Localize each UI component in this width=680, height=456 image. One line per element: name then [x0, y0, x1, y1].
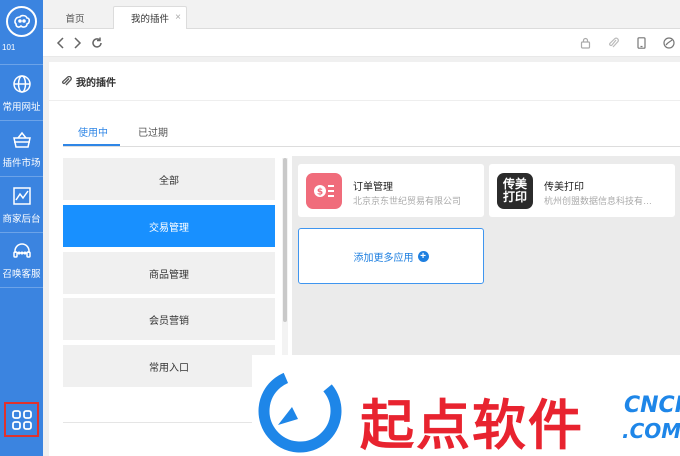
watermark-text: 起点软件 — [360, 394, 584, 456]
app-description: 杭州创盟数据信息科技有… — [544, 196, 653, 206]
refresh-icon[interactable] — [89, 35, 105, 51]
subtab-expired[interactable]: 已过期 — [138, 124, 168, 139]
apps-grid-button[interactable] — [4, 402, 39, 437]
basket-icon — [11, 129, 33, 151]
app-name: 传美打印 — [544, 182, 584, 193]
category-item-trade-management[interactable]: 交易管理 — [63, 205, 275, 247]
grid-icon — [11, 409, 32, 430]
sidebar-item-merchant-backend[interactable]: 商家后台 — [0, 176, 43, 232]
order-icon: $ — [306, 173, 342, 209]
watermark-domain-top: CNCR — [624, 393, 680, 418]
lock-icon[interactable] — [577, 35, 593, 51]
headset-icon — [11, 240, 33, 262]
nav-bar — [43, 29, 680, 57]
chart-icon — [11, 185, 33, 207]
print-app-logo-icon: 传美打印 — [497, 173, 533, 209]
sidebar-item-customer-service[interactable]: 召唤客服 — [0, 232, 43, 288]
add-more-apps-label: 添加更多应用 — [353, 252, 414, 264]
tab-bar: 首页 我的插件 × — [43, 0, 680, 29]
scrollbar-thumb[interactable] — [283, 158, 287, 322]
category-item-all[interactable]: 全部 — [63, 158, 275, 200]
watermark: 起点软件 CNCR .COM — [252, 355, 680, 456]
category-item-member-marketing[interactable]: 会员营销 — [63, 298, 275, 340]
print-app-logo-text: 传美打印 — [502, 177, 527, 204]
user-id: 101 — [2, 43, 16, 52]
divider — [63, 422, 275, 423]
tab-my-plugins[interactable]: 我的插件 × — [113, 6, 187, 29]
globe-icon — [11, 73, 33, 95]
active-tab-indicator — [63, 144, 120, 146]
svg-text:$: $ — [317, 188, 323, 198]
plus-icon: + — [417, 250, 429, 262]
watermark-domain-bottom: .COM — [622, 419, 680, 443]
page-title-text: 我的插件 — [76, 78, 116, 89]
sidebar-item-label: 常用网址 — [2, 101, 41, 113]
sidebar-item-label: 召唤客服 — [2, 269, 41, 280]
category-item-product-management[interactable]: 商品管理 — [63, 252, 275, 294]
paperclip-icon — [62, 76, 72, 86]
tab-home[interactable]: 首页 — [55, 6, 95, 29]
back-icon[interactable] — [53, 35, 69, 51]
divider — [49, 100, 680, 101]
skin-icon[interactable] — [661, 35, 677, 51]
left-sidebar: 101 常用网址 插件市场 商家后台 召唤客服 — [0, 0, 43, 456]
close-icon[interactable]: × — [175, 12, 181, 23]
sidebar-item-favorite-sites[interactable]: 常用网址 — [0, 64, 43, 120]
app-description: 北京京东世纪贸易有限公司 — [353, 196, 462, 206]
tab-label: 我的插件 — [130, 14, 169, 25]
sidebar-item-plugin-market[interactable]: 插件市场 — [0, 120, 43, 176]
app-logo-icon[interactable] — [6, 6, 37, 37]
app-name: 订单管理 — [353, 182, 393, 193]
forward-icon[interactable] — [69, 35, 85, 51]
sidebar-item-label: 商家后台 — [2, 213, 41, 225]
app-card-order-management[interactable]: $ 订单管理 北京京东世纪贸易有限公司 — [298, 164, 484, 217]
subtab-in-use[interactable]: 使用中 — [78, 124, 108, 139]
sidebar-item-label: 插件市场 — [2, 157, 41, 169]
app-card-chuanmei-print[interactable]: 传美打印 传美打印 杭州创盟数据信息科技有… — [489, 164, 675, 217]
paperclip-icon[interactable] — [605, 35, 621, 51]
mobile-icon[interactable] — [633, 35, 649, 51]
page-title: 我的插件 — [61, 74, 116, 89]
divider — [63, 146, 680, 147]
add-more-apps-button[interactable]: 添加更多应用 + — [298, 228, 484, 284]
category-item-common-entry[interactable]: 常用入口 — [63, 345, 275, 387]
